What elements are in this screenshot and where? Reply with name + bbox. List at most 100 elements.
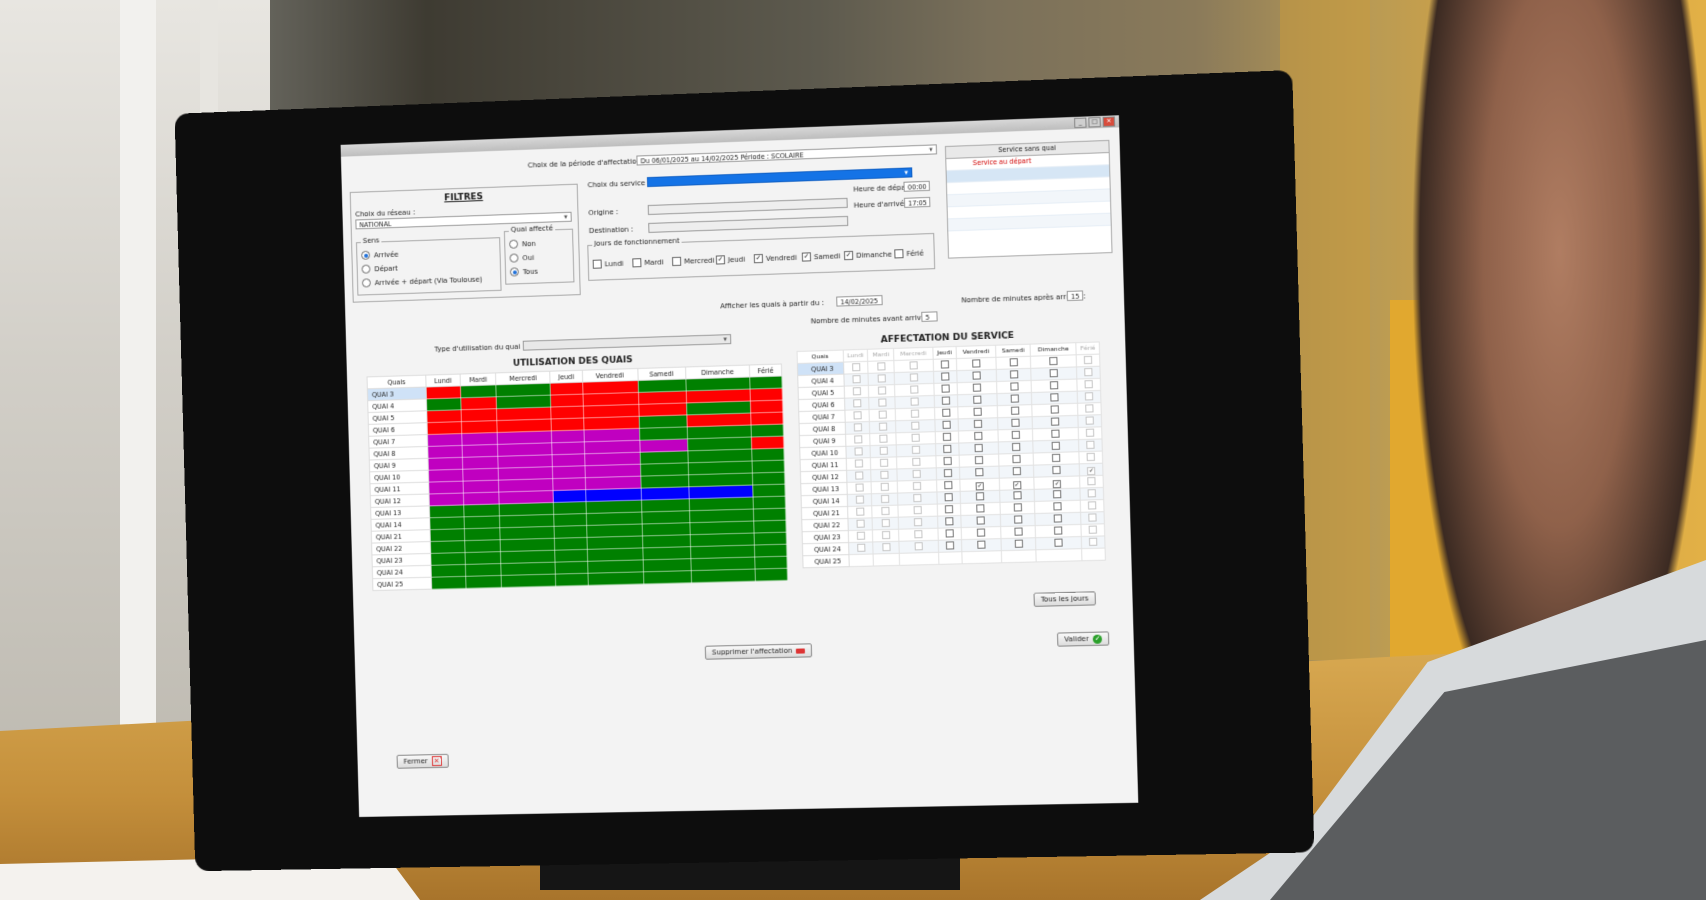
checkbox-icon[interactable] bbox=[910, 397, 918, 405]
checkbox-icon[interactable] bbox=[879, 422, 887, 430]
quai-option-oui[interactable]: Oui bbox=[509, 253, 534, 263]
sens-option-both[interactable]: Arrivée + départ (Via Toulouse) bbox=[362, 275, 483, 288]
checkbox-icon[interactable] bbox=[1050, 393, 1058, 401]
checkbox-icon[interactable] bbox=[878, 398, 886, 406]
checkbox-icon[interactable] bbox=[946, 541, 954, 549]
usage-cell[interactable] bbox=[554, 514, 586, 527]
day-checkbox[interactable]: ✓ Dimanche bbox=[844, 250, 892, 261]
checkbox-icon[interactable] bbox=[853, 399, 861, 407]
day-checkbox[interactable]: ✓ Vendredi bbox=[754, 253, 797, 263]
checkbox-icon[interactable] bbox=[854, 459, 862, 467]
usage-cell[interactable] bbox=[551, 406, 583, 419]
day-checkbox[interactable]: Férié bbox=[894, 248, 924, 258]
checkbox-icon[interactable] bbox=[856, 519, 864, 527]
checkbox-icon[interactable] bbox=[854, 435, 862, 443]
usage-cell[interactable] bbox=[501, 574, 556, 587]
checkbox-icon[interactable] bbox=[1084, 367, 1092, 375]
checkbox-icon[interactable] bbox=[1010, 382, 1018, 390]
checkbox-icon[interactable] bbox=[1051, 429, 1059, 437]
day-checkbox[interactable]: Mercredi bbox=[672, 256, 714, 266]
usage-cell[interactable] bbox=[691, 569, 755, 583]
supprimer-affectation-button[interactable]: Supprimer l'affectation bbox=[705, 643, 813, 659]
checkbox-icon[interactable] bbox=[1009, 358, 1017, 366]
checkbox-icon[interactable] bbox=[852, 363, 860, 371]
checkbox-icon[interactable] bbox=[1014, 515, 1022, 523]
checkbox-icon[interactable] bbox=[881, 506, 889, 514]
checkbox-icon[interactable] bbox=[1052, 441, 1060, 449]
checkbox-icon[interactable] bbox=[856, 531, 864, 539]
usage-cell[interactable] bbox=[465, 564, 501, 577]
period-select[interactable]: Du 06/01/2025 au 14/02/2025 Période : SC… bbox=[636, 144, 937, 165]
checkbox-icon[interactable] bbox=[1011, 430, 1019, 438]
usage-cell[interactable] bbox=[750, 388, 782, 401]
checkbox-icon[interactable] bbox=[942, 396, 950, 404]
checkbox-icon[interactable] bbox=[976, 504, 984, 512]
usage-cell[interactable] bbox=[552, 418, 584, 431]
usage-cell[interactable] bbox=[463, 456, 499, 469]
usage-cell[interactable] bbox=[754, 532, 786, 545]
checkbox-icon[interactable] bbox=[914, 530, 922, 538]
day-checkbox[interactable]: Lundi bbox=[593, 259, 624, 269]
checkbox-icon[interactable] bbox=[1011, 406, 1019, 414]
usage-cell[interactable] bbox=[426, 386, 461, 399]
checkbox-icon[interactable] bbox=[1052, 453, 1060, 461]
checkbox-icon[interactable] bbox=[1010, 394, 1018, 402]
checkbox-icon[interactable] bbox=[941, 360, 949, 368]
fermer-button[interactable]: Fermer ✕ bbox=[397, 754, 449, 769]
checkbox-icon[interactable] bbox=[944, 468, 952, 476]
quai-option-non[interactable]: Non bbox=[509, 239, 536, 249]
usage-cell[interactable] bbox=[755, 568, 787, 581]
usage-cell[interactable] bbox=[463, 480, 499, 493]
checkbox-icon[interactable] bbox=[1014, 527, 1022, 535]
checkbox-icon[interactable] bbox=[852, 375, 860, 383]
checkbox-icon[interactable] bbox=[945, 505, 953, 513]
checkbox-icon[interactable] bbox=[855, 483, 863, 491]
usage-cell[interactable] bbox=[427, 422, 462, 435]
usage-cell[interactable] bbox=[427, 434, 462, 447]
checkbox-icon[interactable] bbox=[879, 446, 887, 454]
maximize-button[interactable]: □ bbox=[1088, 117, 1101, 128]
heure-arrivee-field[interactable]: 17:05 bbox=[904, 197, 931, 208]
usage-cell[interactable] bbox=[755, 556, 787, 569]
checkbox-icon[interactable] bbox=[976, 492, 984, 500]
checkbox-icon[interactable] bbox=[1013, 503, 1021, 511]
usage-cell[interactable] bbox=[552, 430, 584, 443]
day-checkbox[interactable]: ✓ Jeudi bbox=[716, 255, 745, 265]
checkbox-icon[interactable] bbox=[1013, 491, 1021, 499]
checkbox-icon[interactable] bbox=[855, 471, 863, 479]
checkbox-icon[interactable] bbox=[1011, 418, 1019, 426]
usage-cell[interactable] bbox=[551, 394, 583, 407]
usage-cell[interactable] bbox=[462, 432, 498, 445]
checkbox-icon[interactable] bbox=[973, 407, 981, 415]
checkbox-icon[interactable] bbox=[853, 423, 861, 431]
usage-cell[interactable] bbox=[754, 520, 786, 533]
checkbox-icon[interactable] bbox=[1087, 477, 1095, 485]
checkbox-icon[interactable] bbox=[943, 432, 951, 440]
usage-cell[interactable] bbox=[556, 573, 588, 586]
checkbox-icon[interactable] bbox=[909, 361, 917, 369]
checkbox-icon[interactable] bbox=[1085, 380, 1093, 388]
minutes-apres-field[interactable]: 15 bbox=[1067, 290, 1084, 301]
checkbox-icon[interactable] bbox=[854, 447, 862, 455]
usage-cell[interactable] bbox=[466, 575, 502, 588]
checkbox-icon[interactable] bbox=[1012, 442, 1020, 450]
checkbox-icon[interactable] bbox=[1085, 392, 1093, 400]
day-checkbox[interactable]: ✓ Samedi bbox=[802, 251, 841, 261]
checkbox-icon[interactable] bbox=[912, 445, 920, 453]
checkbox-icon[interactable] bbox=[973, 383, 981, 391]
usage-cell[interactable] bbox=[431, 564, 466, 577]
checkbox-icon[interactable] bbox=[1051, 405, 1059, 413]
close-window-button[interactable]: ✕ bbox=[1103, 116, 1116, 127]
usage-cell[interactable] bbox=[429, 517, 464, 530]
minutes-avant-field[interactable]: 5 bbox=[921, 311, 937, 322]
checkbox-icon[interactable] bbox=[855, 495, 863, 503]
checkbox-icon[interactable] bbox=[1088, 501, 1096, 509]
checkbox-icon[interactable] bbox=[1088, 513, 1096, 521]
checkbox-icon[interactable] bbox=[974, 431, 982, 439]
checkbox-icon[interactable] bbox=[853, 411, 861, 419]
checkbox-checked-icon[interactable]: ✓ bbox=[1053, 479, 1061, 487]
checkbox-icon[interactable] bbox=[976, 516, 984, 524]
checkbox-icon[interactable] bbox=[911, 421, 919, 429]
usage-cell[interactable] bbox=[463, 468, 499, 481]
checkbox-icon[interactable] bbox=[1050, 381, 1058, 389]
